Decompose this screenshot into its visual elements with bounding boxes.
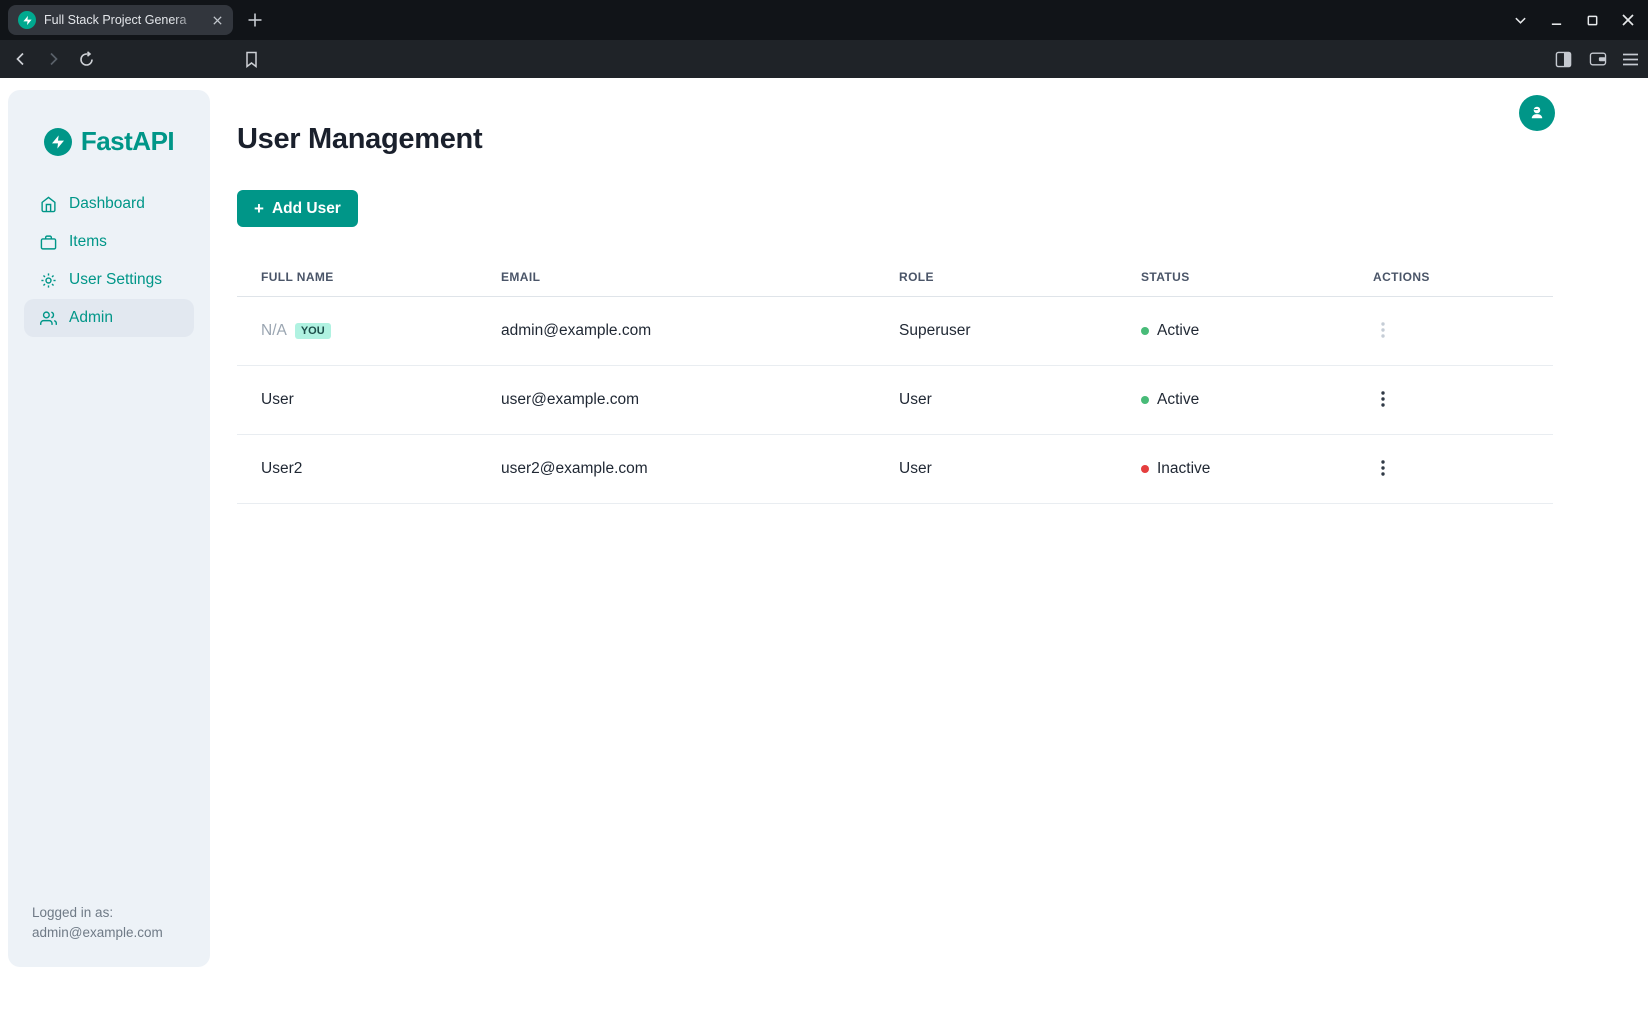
user-table-body: N/AYOUadmin@example.comSuperuserActiveUs… (237, 297, 1553, 504)
home-icon (40, 196, 57, 213)
cell-full-name: N/AYOU (237, 297, 477, 366)
sidebar-item-label: Items (69, 233, 107, 251)
minimize-button[interactable] (1549, 13, 1563, 27)
kebab-dots-icon (1381, 322, 1385, 338)
user-table: FULL NAME EMAIL ROLE STATUS ACTIONS N/AY… (237, 258, 1553, 504)
col-header-status: STATUS (1117, 258, 1349, 297)
status-dot-icon (1141, 396, 1149, 404)
table-row: User2user2@example.comUserInactive (237, 435, 1553, 504)
sidebar-item-label: Dashboard (69, 195, 145, 213)
menu-hamburger-icon[interactable] (1617, 40, 1643, 78)
row-actions-menu-button[interactable] (1373, 456, 1393, 483)
tab-title: Full Stack Project Genera (44, 13, 209, 27)
sidebar-item-items[interactable]: Items (24, 223, 194, 261)
close-window-button[interactable] (1621, 13, 1635, 27)
users-icon (40, 310, 57, 327)
tab-strip: Full Stack Project Genera (0, 0, 1648, 40)
wallet-icon[interactable] (1585, 40, 1611, 78)
cell-actions (1349, 297, 1553, 366)
cell-full-name: User2 (237, 435, 477, 504)
cell-full-name: User (237, 366, 477, 435)
you-badge: YOU (295, 323, 331, 339)
sidebar-item-user-settings[interactable]: User Settings (24, 261, 194, 299)
user-menu-button[interactable] (1519, 95, 1555, 131)
sidebar-item-dashboard[interactable]: Dashboard (24, 185, 194, 223)
sidebar-item-label: Admin (69, 309, 113, 327)
browser-tab[interactable]: Full Stack Project Genera (8, 5, 233, 35)
cell-email: user@example.com (477, 366, 875, 435)
new-tab-button[interactable] (243, 8, 267, 32)
cell-role: User (875, 366, 1117, 435)
tab-close-icon[interactable] (209, 12, 225, 28)
browser-window: Full Stack Project Genera (0, 0, 1648, 1025)
cell-actions (1349, 435, 1553, 504)
kebab-dots-icon (1381, 391, 1385, 407)
logged-in-info: Logged in as: admin@example.com (32, 903, 163, 943)
logged-in-label: Logged in as: (32, 903, 163, 923)
gear-icon (40, 272, 57, 289)
forward-button[interactable] (40, 40, 66, 78)
browser-toolbar: i localhost/admin 1 (0, 40, 1648, 78)
app-logo: FastAPI (8, 126, 210, 157)
status-dot-icon (1141, 327, 1149, 335)
row-actions-menu-button[interactable] (1373, 318, 1393, 345)
sidebar: FastAPI Dashboard Items User Settings (8, 90, 210, 967)
sidebar-item-admin[interactable]: Admin (24, 299, 194, 337)
col-header-full-name: FULL NAME (237, 258, 477, 297)
cell-role: Superuser (875, 297, 1117, 366)
table-row: Useruser@example.comUserActive (237, 366, 1553, 435)
add-user-button[interactable]: + Add User (237, 190, 358, 227)
tab-search-chevron-icon[interactable] (1513, 13, 1527, 27)
back-button[interactable] (8, 40, 34, 78)
sidebar-nav: Dashboard Items User Settings Admin (8, 185, 210, 337)
sidebar-item-label: User Settings (69, 271, 162, 289)
cell-status: Inactive (1117, 435, 1349, 504)
briefcase-icon (40, 234, 57, 251)
col-header-actions: ACTIONS (1349, 258, 1553, 297)
logged-in-email: admin@example.com (32, 923, 163, 943)
status-dot-icon (1141, 465, 1149, 473)
cell-status: Active (1117, 297, 1349, 366)
cell-email: user2@example.com (477, 435, 875, 504)
table-header-row: FULL NAME EMAIL ROLE STATUS ACTIONS (237, 258, 1553, 297)
bookmark-icon[interactable] (238, 40, 264, 78)
col-header-role: ROLE (875, 258, 1117, 297)
cell-actions (1349, 366, 1553, 435)
cell-status: Active (1117, 366, 1349, 435)
user-avatar-icon (1528, 104, 1546, 122)
plus-icon: + (254, 200, 264, 217)
maximize-button[interactable] (1585, 13, 1599, 27)
reload-button[interactable] (73, 40, 99, 78)
app-logo-text: FastAPI (81, 126, 174, 157)
fastapi-zap-icon (44, 128, 72, 156)
page-content: FastAPI Dashboard Items User Settings (0, 78, 1648, 1025)
row-actions-menu-button[interactable] (1373, 387, 1393, 414)
window-controls (1513, 0, 1648, 40)
cell-email: admin@example.com (477, 297, 875, 366)
page-title: User Management (237, 123, 482, 156)
fastapi-favicon-icon (18, 11, 36, 29)
sidebar-toggle-icon[interactable] (1550, 40, 1576, 78)
col-header-email: EMAIL (477, 258, 875, 297)
cell-role: User (875, 435, 1117, 504)
kebab-dots-icon (1381, 460, 1385, 476)
table-row: N/AYOUadmin@example.comSuperuserActive (237, 297, 1553, 366)
